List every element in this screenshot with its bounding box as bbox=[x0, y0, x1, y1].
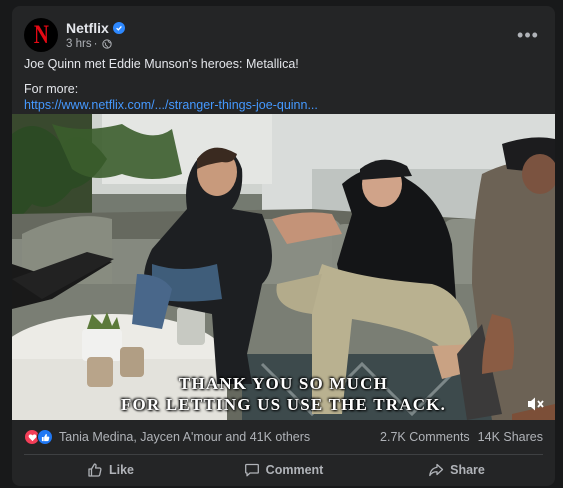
muted-speaker-icon[interactable] bbox=[527, 396, 545, 412]
netflix-logo-icon: N bbox=[33, 20, 49, 49]
page-name[interactable]: Netflix bbox=[66, 20, 109, 36]
reactions-row: Tania Medina, Jaycen A'mour and 41K othe… bbox=[24, 424, 543, 450]
post-timestamp[interactable]: 3 hrs bbox=[66, 38, 92, 50]
share-button[interactable]: Share bbox=[370, 456, 543, 484]
reactors-text[interactable]: Tania Medina, Jaycen A'mour and 41K othe… bbox=[59, 430, 310, 444]
engagement-counts: 2.7K Comments 14K Shares bbox=[380, 430, 543, 444]
video-player[interactable]: THANK YOU SO MUCH FOR LETTING US USE THE… bbox=[12, 114, 555, 420]
post-meta: Netflix 3 hrs · bbox=[66, 20, 125, 50]
post-caption: Joe Quinn met Eddie Munson's heroes: Met… bbox=[24, 57, 299, 71]
avatar[interactable]: N bbox=[24, 18, 58, 52]
like-label: Like bbox=[108, 463, 134, 477]
like-reaction-icon bbox=[37, 429, 53, 445]
post-time-row: 3 hrs · bbox=[66, 38, 125, 50]
globe-icon bbox=[102, 39, 113, 49]
page-row: Netflix bbox=[66, 20, 125, 36]
comment-label: Comment bbox=[265, 463, 324, 477]
share-arrow-icon bbox=[429, 463, 444, 477]
post-header: N Netflix 3 hrs · ••• bbox=[24, 15, 543, 55]
comment-icon bbox=[244, 463, 259, 477]
action-bar: Like Comment Share bbox=[24, 456, 543, 484]
post-text: Joe Quinn met Eddie Munson's heroes: Met… bbox=[24, 56, 543, 113]
share-label: Share bbox=[450, 463, 485, 477]
post-link[interactable]: https://www.netflix.com/.../stranger-thi… bbox=[24, 97, 543, 113]
video-subtitle-line1: THANK YOU SO MUCH bbox=[178, 374, 389, 393]
separator: · bbox=[93, 38, 98, 50]
thumbs-up-icon bbox=[88, 463, 102, 477]
comments-count[interactable]: 2.7K Comments bbox=[380, 430, 470, 444]
more-options-icon[interactable]: ••• bbox=[513, 20, 543, 50]
video-subtitle-line2: FOR LETTING US USE THE TRACK. bbox=[120, 395, 447, 414]
post-card: N Netflix 3 hrs · ••• Joe Quinn met Eddi… bbox=[12, 6, 555, 486]
like-button[interactable]: Like bbox=[24, 456, 197, 484]
reaction-icons[interactable] bbox=[24, 429, 53, 445]
for-more-label: For more: bbox=[24, 82, 79, 96]
verified-badge-icon bbox=[112, 22, 125, 34]
divider bbox=[24, 454, 543, 455]
shares-count[interactable]: 14K Shares bbox=[478, 430, 543, 444]
comment-button[interactable]: Comment bbox=[197, 456, 370, 484]
